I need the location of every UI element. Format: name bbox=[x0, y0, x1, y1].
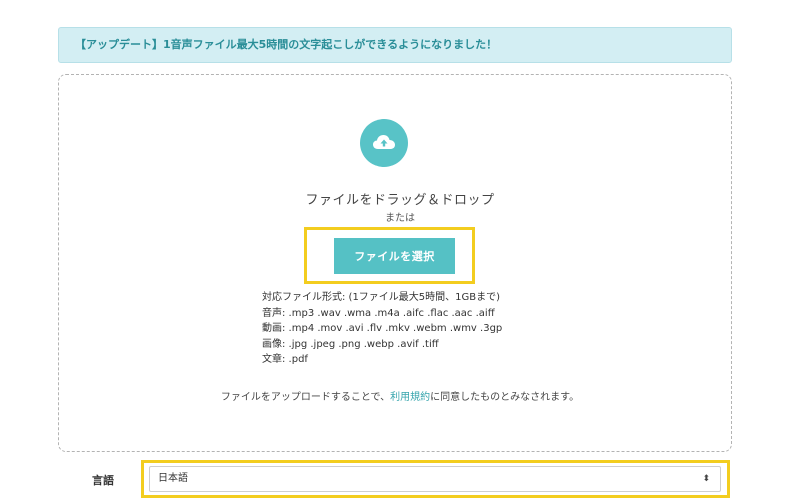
image-formats: 画像: .jpg .jpeg .png .webp .avif .tiff bbox=[262, 338, 439, 350]
terms-notice: ファイルをアップロードすることで、利用規約に同意したものとみなされます。 bbox=[0, 388, 800, 403]
update-banner: 【アップデート】1音声ファイル最大5時間の文字起こしができるようになりました！ bbox=[58, 27, 732, 63]
formats-heading: 対応ファイル形式: (1ファイル最大5時間、1GBまで) bbox=[262, 292, 501, 303]
select-arrows-icon: ⬍ bbox=[702, 474, 710, 484]
terms-suffix: に同意したものとみなされます。 bbox=[430, 392, 580, 403]
audio-formats: 音声: .mp3 .wav .wma .m4a .aifc .flac .aac… bbox=[262, 307, 495, 319]
language-selected-value: 日本語 bbox=[158, 473, 188, 484]
supported-formats: 対応ファイル形式: (1ファイル最大5時間、1GBまで) 音声: .mp3 .w… bbox=[262, 290, 502, 368]
or-text: または bbox=[385, 213, 415, 224]
cloud-upload-icon bbox=[360, 119, 408, 167]
select-file-button[interactable]: ファイルを選択 bbox=[334, 238, 455, 274]
document-formats: 文章: .pdf bbox=[262, 354, 308, 365]
drag-drop-text: ファイルをドラッグ＆ドロップ bbox=[305, 193, 495, 208]
terms-prefix: ファイルをアップロードすることで、 bbox=[220, 392, 391, 403]
language-label: 言語 bbox=[92, 474, 114, 487]
terms-link[interactable]: 利用規約 bbox=[390, 392, 430, 403]
language-select[interactable]: 日本語 ⬍ bbox=[149, 466, 721, 492]
video-formats: 動画: .mp4 .mov .avi .flv .mkv .webm .wmv … bbox=[262, 323, 503, 334]
